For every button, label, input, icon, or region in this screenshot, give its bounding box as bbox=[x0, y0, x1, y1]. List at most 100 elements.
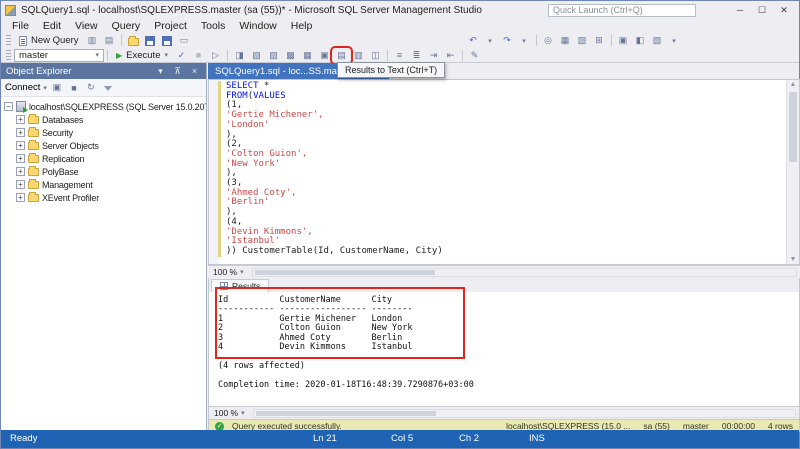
results-grid-icon bbox=[220, 282, 228, 290]
tree-item-server-objects[interactable]: +Server Objects bbox=[1, 139, 206, 152]
menu-item-tools[interactable]: Tools bbox=[194, 19, 233, 33]
tree-item-management[interactable]: +Management bbox=[1, 178, 206, 191]
results-text[interactable]: Id CustomerName City----------- --------… bbox=[209, 292, 799, 406]
minimize-button[interactable]: ─ bbox=[729, 3, 751, 18]
tree-item-databases[interactable]: +Databases bbox=[1, 113, 206, 126]
code-line: )) CustomerTable(Id, CustomerName, City) bbox=[226, 247, 443, 257]
indent-icon[interactable]: ⇥ bbox=[425, 49, 442, 62]
results-to-file-icon[interactable]: ◫ bbox=[367, 49, 384, 62]
save-icon[interactable] bbox=[142, 34, 159, 47]
results-tab[interactable]: Results bbox=[211, 279, 269, 292]
properties-window-icon[interactable]: ◧ bbox=[632, 34, 649, 47]
scrollbar-thumb[interactable] bbox=[789, 92, 797, 162]
results-to-grid-icon[interactable]: ▥ bbox=[350, 49, 367, 62]
filter-icon[interactable] bbox=[101, 83, 115, 93]
pin-icon[interactable]: ⊼ bbox=[171, 66, 184, 77]
disconnect-icon[interactable]: ▣ bbox=[50, 82, 64, 93]
bookmark-icon[interactable]: ▣ bbox=[615, 34, 632, 47]
undo-dropdown-icon[interactable]: ▾ bbox=[482, 34, 499, 47]
toolbar-grip[interactable] bbox=[6, 50, 11, 61]
scroll-up-icon[interactable]: ▲ bbox=[787, 81, 799, 88]
object-explorer-header[interactable]: Object Explorer ▾ ⊼ × bbox=[1, 63, 206, 79]
menu-item-help[interactable]: Help bbox=[284, 19, 320, 33]
menu-item-window[interactable]: Window bbox=[232, 19, 283, 33]
expand-icon[interactable]: + bbox=[16, 115, 25, 124]
menu-item-query[interactable]: Query bbox=[105, 19, 148, 33]
display-estimated-plan-icon[interactable]: ▧ bbox=[248, 49, 265, 62]
code-area[interactable]: SELECT *FROM(VALUES(1,'Gertie Michener',… bbox=[226, 82, 443, 257]
menu-item-view[interactable]: View bbox=[68, 19, 105, 33]
live-query-statistics-icon[interactable]: ▨ bbox=[265, 49, 282, 62]
quick-launch-input[interactable] bbox=[548, 4, 696, 17]
redo-icon[interactable]: ↷ bbox=[499, 34, 516, 47]
template-explorer-icon[interactable]: ⊞ bbox=[591, 34, 608, 47]
new-query-button[interactable]: New Query bbox=[14, 34, 84, 47]
connect-button[interactable]: Connect ▾ bbox=[5, 82, 47, 93]
menu-item-project[interactable]: Project bbox=[147, 19, 194, 33]
code-line: FROM(VALUES bbox=[226, 92, 443, 102]
expand-icon[interactable]: + bbox=[16, 154, 25, 163]
tree-item-polybase[interactable]: +PolyBase bbox=[1, 165, 206, 178]
folder-icon bbox=[28, 129, 39, 137]
undo-icon[interactable]: ↶ bbox=[465, 34, 482, 47]
tree-item-server[interactable]: − localhost\SQLEXPRESS (SQL Server 15.0.… bbox=[1, 100, 206, 113]
registered-servers-icon[interactable]: ▧ bbox=[574, 34, 591, 47]
query-editor[interactable]: SELECT *FROM(VALUES(1,'Gertie Michener',… bbox=[208, 79, 800, 265]
results-horizontal-scrollbar[interactable] bbox=[253, 409, 796, 418]
editor-status-row: 100 % ▾ bbox=[208, 265, 800, 278]
query-options-icon[interactable]: ✎ bbox=[466, 49, 483, 62]
editor-horizontal-scrollbar[interactable] bbox=[252, 268, 797, 277]
database-engine-query-icon[interactable]: ▥ bbox=[84, 34, 101, 47]
uncomment-icon[interactable]: ≣ bbox=[408, 49, 425, 62]
close-button[interactable]: ✕ bbox=[773, 3, 795, 18]
collapse-icon[interactable]: − bbox=[4, 102, 13, 111]
toolbar-overflow-icon[interactable]: ▾ bbox=[666, 34, 683, 47]
menu-item-edit[interactable]: Edit bbox=[36, 19, 68, 33]
maximize-button[interactable]: ☐ bbox=[751, 3, 773, 18]
scrollbar-thumb[interactable] bbox=[256, 411, 436, 416]
editor-vertical-scrollbar[interactable]: ▲ ▼ bbox=[786, 80, 799, 264]
database-selector[interactable]: master ▾ bbox=[14, 49, 104, 62]
analysis-services-query-icon[interactable]: ▤ bbox=[101, 34, 118, 47]
stop-icon[interactable]: ■ bbox=[67, 83, 81, 93]
scroll-down-icon[interactable]: ▼ bbox=[787, 256, 799, 263]
editor-zoom-control[interactable]: 100 % ▾ bbox=[208, 267, 249, 277]
expand-icon[interactable]: + bbox=[16, 167, 25, 176]
save-all-icon[interactable] bbox=[159, 34, 176, 47]
menu-item-file[interactable]: File bbox=[5, 19, 36, 33]
include-client-statistics-icon[interactable]: ▩ bbox=[282, 49, 299, 62]
expand-icon[interactable]: + bbox=[16, 141, 25, 150]
sqlcmd-mode-icon[interactable]: ◨ bbox=[231, 49, 248, 62]
expand-icon[interactable]: + bbox=[16, 193, 25, 202]
tree-item-replication[interactable]: +Replication bbox=[1, 152, 206, 165]
debug-icon[interactable]: ▷ bbox=[207, 49, 224, 62]
results-to-text-icon[interactable]: ▤ bbox=[333, 49, 350, 62]
close-panel-icon[interactable]: × bbox=[188, 66, 201, 76]
results-zoom-control[interactable]: 100 % ▾ bbox=[209, 408, 250, 418]
window-position-icon[interactable]: ▾ bbox=[154, 66, 167, 77]
find-icon[interactable]: ◎ bbox=[540, 34, 557, 47]
expand-icon[interactable]: + bbox=[16, 128, 25, 137]
refresh-icon[interactable]: ↻ bbox=[84, 82, 98, 93]
comment-icon[interactable]: ≡ bbox=[391, 49, 408, 62]
outdent-icon[interactable]: ⇤ bbox=[442, 49, 459, 62]
separator bbox=[536, 35, 537, 46]
parse-query-icon[interactable]: ✓ bbox=[173, 49, 190, 62]
tree-item-xevent-profiler[interactable]: +XEvent Profiler bbox=[1, 191, 206, 204]
include-actual-plan-icon[interactable]: ▦ bbox=[299, 49, 316, 62]
solution-explorer-icon[interactable]: ▨ bbox=[649, 34, 666, 47]
execute-button[interactable]: ▶ Execute ▾ bbox=[111, 49, 173, 62]
status-insert-mode: INS bbox=[529, 430, 545, 447]
scrollbar-thumb[interactable] bbox=[255, 270, 435, 275]
code-line: 'Berlin' bbox=[226, 198, 443, 208]
toolbar-grip[interactable] bbox=[6, 35, 11, 46]
open-file-icon[interactable] bbox=[125, 34, 142, 47]
intellisense-enabled-icon[interactable]: ▣ bbox=[316, 49, 333, 62]
print-icon[interactable]: ▭ bbox=[176, 34, 193, 47]
separator bbox=[611, 35, 612, 46]
redo-dropdown-icon[interactable]: ▾ bbox=[516, 34, 533, 47]
expand-icon[interactable]: + bbox=[16, 180, 25, 189]
activity-monitor-icon[interactable]: ▦ bbox=[557, 34, 574, 47]
tree-item-security[interactable]: +Security bbox=[1, 126, 206, 139]
results-tab-strip: Results bbox=[209, 278, 799, 292]
